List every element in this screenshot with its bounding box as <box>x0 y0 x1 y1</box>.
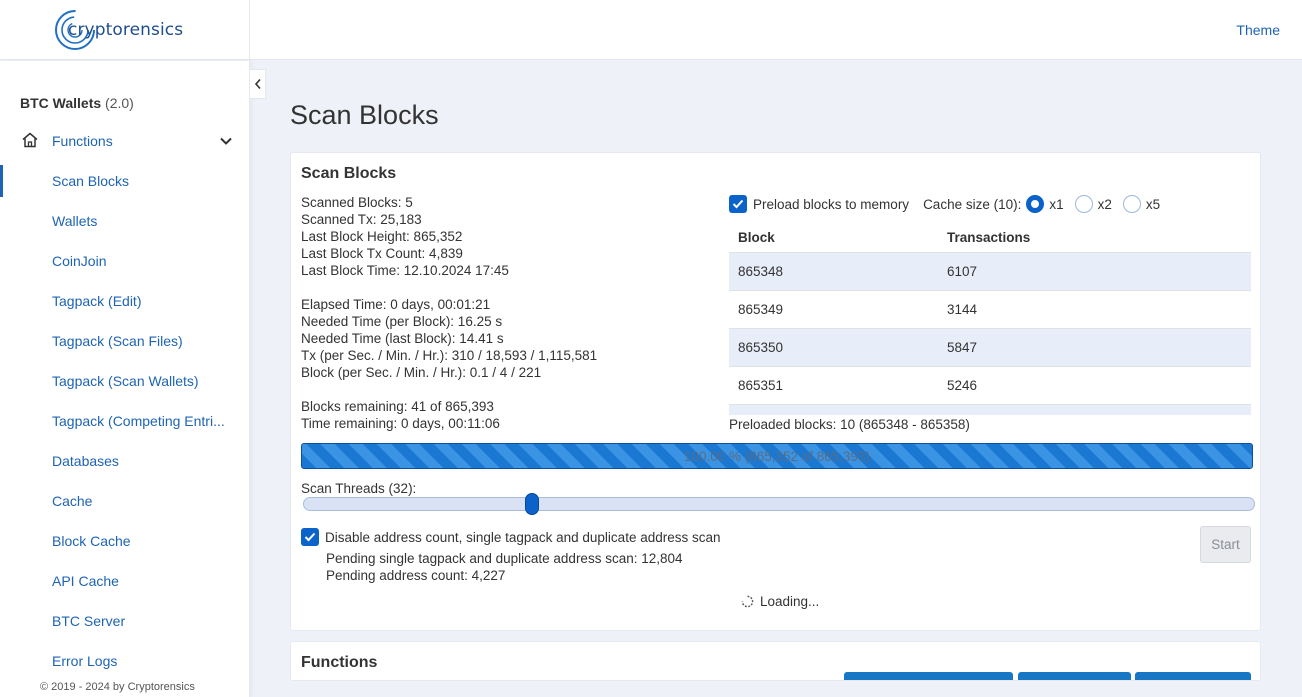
pending-info: Pending single tagpack and duplicate add… <box>326 550 683 584</box>
disable-scan-option: Disable address count, single tagpack an… <box>301 528 721 546</box>
cache-radio-x2[interactable] <box>1074 195 1093 213</box>
sidebar-item-error-logs[interactable]: Error Logs <box>0 645 250 677</box>
scan-blocks-card: Scan Blocks Scanned Blocks: 5 Scanned Tx… <box>290 152 1261 631</box>
chevron-left-icon <box>254 78 261 90</box>
logo-text: cryptorensics <box>68 20 184 40</box>
stat-last-block-tx-count: Last Block Tx Count: 4,839 <box>301 246 463 261</box>
loading-indicator: Loading... <box>741 594 819 609</box>
pending-tagpack-scan: Pending single tagpack and duplicate add… <box>326 551 683 566</box>
table-row: 865350 5847 <box>729 329 1251 367</box>
stat-blocks-remaining: Blocks remaining: 41 of 865,393 <box>301 399 494 414</box>
cache-option-x1-label: x1 <box>1049 196 1064 212</box>
stat-last-block-height: Last Block Height: 865,352 <box>301 229 463 244</box>
preloaded-blocks-table[interactable]: Block Transactions 865348 6107 865349 31… <box>729 222 1251 415</box>
cell-transactions: 6107 <box>947 264 978 279</box>
cache-radio-x1[interactable] <box>1026 195 1045 213</box>
preload-options: Preload blocks to memory Cache size (10)… <box>729 194 1160 214</box>
stat-block-rate: Block (per Sec. / Min. / Hr.): 0.1 / 4 /… <box>301 365 542 380</box>
preload-label: Preload blocks to memory <box>753 196 910 212</box>
pending-address-count: Pending address count: 4,227 <box>326 568 506 583</box>
table-row: 865351 5246 <box>729 367 1251 405</box>
theme-link[interactable]: Theme <box>1236 22 1280 38</box>
spinner-icon <box>741 595 754 608</box>
page-title: Scan Blocks <box>290 100 439 130</box>
stat-elapsed-time: Elapsed Time: 0 days, 00:01:21 <box>301 297 491 312</box>
cache-size-label: Cache size (10): <box>923 196 1022 212</box>
cell-block: 865348 <box>738 264 784 279</box>
cell-transactions: 5847 <box>947 340 978 355</box>
cache-radio-x5[interactable] <box>1122 195 1141 213</box>
chevron-down-icon <box>220 137 232 145</box>
disable-scan-checkbox[interactable] <box>301 528 319 546</box>
cell-transactions: 5246 <box>947 378 978 393</box>
stat-scanned-blocks: Scanned Blocks: 5 <box>301 195 413 210</box>
progress-text: 100.00 % (865,352 of 865,393) <box>683 449 871 464</box>
col-header-block: Block <box>738 229 775 245</box>
sidebar-item-scan-blocks[interactable]: Scan Blocks <box>0 165 250 197</box>
function-button-2[interactable] <box>1018 672 1131 680</box>
sidebar-item-databases[interactable]: Databases <box>0 445 250 477</box>
slider-handle[interactable] <box>525 493 539 515</box>
sidebar: BTC Wallets (2.0) Functions Scan Blocks … <box>0 61 250 697</box>
functions-card: Functions <box>290 641 1261 681</box>
disable-scan-label: Disable address count, single tagpack an… <box>325 529 721 545</box>
table-header: Block Transactions <box>729 222 1251 253</box>
scan-threads-label: Scan Threads (32): <box>301 481 417 496</box>
table-row: 865349 3144 <box>729 291 1251 329</box>
table-row-partial <box>729 405 1251 415</box>
sidebar-item-tagpack-scan-files[interactable]: Tagpack (Scan Files) <box>0 325 250 357</box>
sidebar-item-wallets[interactable]: Wallets <box>0 205 250 237</box>
home-icon <box>22 132 38 148</box>
stat-time-remaining: Time remaining: 0 days, 00:11:06 <box>301 416 500 431</box>
cell-block: 865351 <box>738 378 784 393</box>
stat-tx-rate: Tx (per Sec. / Min. / Hr.): 310 / 18,593… <box>301 348 598 363</box>
logo[interactable]: cryptorensics <box>54 9 183 51</box>
top-bar: cryptorensics Theme <box>0 0 1302 60</box>
logo-cell: cryptorensics <box>0 0 250 60</box>
sidebar-app-title: BTC Wallets (2.0) <box>20 95 134 111</box>
cache-option-x2-label: x2 <box>1097 196 1112 212</box>
app-version: (2.0) <box>105 95 134 111</box>
sidebar-section-functions[interactable]: Functions <box>0 125 250 157</box>
scan-progress-bar: 100.00 % (865,352 of 865,393) <box>301 443 1253 469</box>
sidebar-item-tagpack-scan-wallets[interactable]: Tagpack (Scan Wallets) <box>0 365 250 397</box>
function-button-3[interactable] <box>1135 672 1251 680</box>
sidebar-item-api-cache[interactable]: API Cache <box>0 565 250 597</box>
preload-checkbox[interactable] <box>729 195 747 213</box>
scan-threads-slider[interactable] <box>303 493 1255 515</box>
sidebar-section-label: Functions <box>52 133 113 149</box>
sidebar-item-coinjoin[interactable]: CoinJoin <box>0 245 250 277</box>
cell-transactions: 3144 <box>947 302 978 317</box>
stat-last-block-time: Last Block Time: 12.10.2024 17:45 <box>301 263 509 278</box>
cell-block: 865350 <box>738 340 784 355</box>
start-button[interactable]: Start <box>1200 526 1251 563</box>
scan-stats: Scanned Blocks: 5 Scanned Tx: 25,183 Las… <box>301 194 597 432</box>
sidebar-item-block-cache[interactable]: Block Cache <box>0 525 250 557</box>
app-name: BTC Wallets <box>20 95 102 111</box>
stat-scanned-tx: Scanned Tx: 25,183 <box>301 212 422 227</box>
function-button-1[interactable] <box>844 672 1013 680</box>
sidebar-item-btc-server[interactable]: BTC Server <box>0 605 250 637</box>
preloaded-blocks-text: Preloaded blocks: 10 (865348 - 865358) <box>729 417 970 432</box>
functions-card-title: Functions <box>301 654 378 671</box>
cell-block: 865349 <box>738 302 784 317</box>
check-icon <box>304 532 316 542</box>
stat-needed-time-last-block: Needed Time (last Block): 14.41 s <box>301 331 504 346</box>
table-row: 865348 6107 <box>729 253 1251 291</box>
loading-text: Loading... <box>760 594 820 609</box>
cache-option-x5-label: x5 <box>1145 196 1161 212</box>
card-title: Scan Blocks <box>301 165 397 182</box>
sidebar-item-cache[interactable]: Cache <box>0 485 250 517</box>
check-icon <box>732 199 744 209</box>
sidebar-item-tagpack-edit[interactable]: Tagpack (Edit) <box>0 285 250 317</box>
footer-copyright: © 2019 - 2024 by Cryptorensics <box>40 681 195 693</box>
sidebar-item-tagpack-competing-entries[interactable]: Tagpack (Competing Entri... <box>0 405 250 437</box>
stat-needed-time-per-block: Needed Time (per Block): 16.25 s <box>301 314 503 329</box>
sidebar-collapse-button[interactable] <box>250 69 266 99</box>
col-header-transactions: Transactions <box>947 229 1031 245</box>
